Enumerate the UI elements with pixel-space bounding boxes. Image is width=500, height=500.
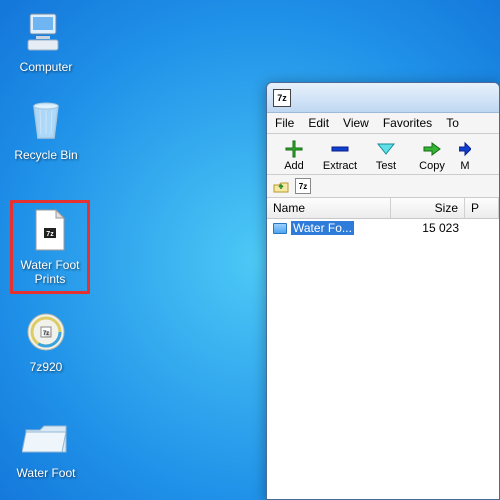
tool-label: Test (363, 160, 409, 172)
desktop-icon-label: Computer (8, 60, 84, 74)
desktop-icon-7z920[interactable]: 7z 7z920 (8, 308, 84, 374)
desktop-icon-computer[interactable]: Computer (8, 8, 84, 74)
minus-icon (317, 138, 363, 160)
window-titlebar[interactable]: 7z (267, 83, 499, 113)
sevenzip-window: 7z File Edit View Favorites To Add Extra… (266, 82, 500, 500)
file-size: 15 023 (391, 221, 465, 235)
column-name[interactable]: Name (267, 198, 391, 218)
menubar: File Edit View Favorites To (267, 113, 499, 134)
tool-extract[interactable]: Extract (317, 138, 363, 172)
svg-text:7z: 7z (46, 231, 54, 238)
column-size[interactable]: Size (391, 198, 465, 218)
archive-file-icon: 7z (26, 206, 74, 254)
desktop-icon-label: 7z920 (8, 360, 84, 374)
desktop-icon-waterfoot-folder[interactable]: Water Foot (8, 414, 84, 480)
list-item[interactable]: Water Fo... 15 023 (267, 219, 499, 237)
tool-add[interactable]: Add (271, 138, 317, 172)
tool-label: M (455, 160, 475, 172)
tool-copy[interactable]: Copy (409, 138, 455, 172)
installer-icon: 7z (22, 308, 70, 356)
folder-icon (22, 414, 70, 462)
archive-icon: 7z (295, 178, 311, 194)
image-file-icon (273, 223, 287, 234)
column-packed[interactable]: P (465, 198, 499, 218)
arrow-right-icon (455, 138, 475, 160)
location-bar: 7z (267, 175, 499, 198)
tool-label: Add (271, 160, 317, 172)
chevron-down-icon (363, 138, 409, 160)
tool-test[interactable]: Test (363, 138, 409, 172)
desktop-icon-recyclebin[interactable]: Recycle Bin (8, 96, 84, 162)
computer-icon (22, 8, 70, 56)
desktop-icon-label: Water Foot (8, 466, 84, 480)
desktop-icon-waterfootprints[interactable]: 7z Water Foot Prints (10, 200, 90, 294)
tool-move[interactable]: M (455, 138, 475, 172)
app-icon: 7z (273, 89, 291, 107)
plus-icon (271, 138, 317, 160)
menu-edit[interactable]: Edit (308, 116, 329, 130)
file-name: Water Fo... (291, 221, 354, 235)
desktop-icon-label: Recycle Bin (8, 148, 84, 162)
recycle-bin-icon (22, 96, 70, 144)
file-list[interactable]: Water Fo... 15 023 (267, 219, 499, 500)
tool-label: Extract (317, 160, 363, 172)
menu-favorites[interactable]: Favorites (383, 116, 432, 130)
tool-label: Copy (409, 160, 455, 172)
svg-text:7z: 7z (43, 331, 49, 337)
menu-view[interactable]: View (343, 116, 369, 130)
menu-file[interactable]: File (275, 116, 294, 130)
arrow-right-icon (409, 138, 455, 160)
toolbar: Add Extract Test Copy M (267, 134, 499, 175)
list-header: Name Size P (267, 198, 499, 219)
folder-up-icon[interactable] (273, 178, 289, 194)
menu-tools[interactable]: To (446, 116, 459, 130)
desktop-icon-label: Water Foot Prints (13, 258, 87, 286)
